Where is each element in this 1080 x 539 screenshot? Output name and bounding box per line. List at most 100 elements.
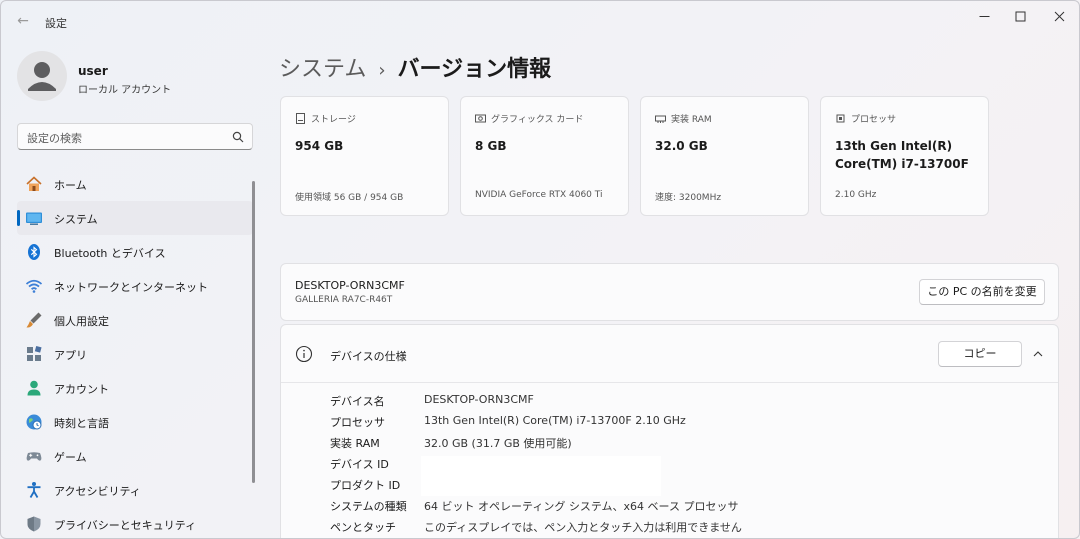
spec-key: デバイス ID — [330, 458, 389, 471]
maximize-icon — [1015, 11, 1025, 21]
sidebar-item-system[interactable]: システム — [17, 201, 253, 235]
spec-row: 実装 RAM 32.0 GB (31.7 GB 使用可能) — [330, 433, 1030, 454]
storage-icon — [296, 113, 305, 124]
minimize-button[interactable] — [967, 7, 1001, 25]
search-box[interactable]: 設定の検索 — [17, 123, 253, 150]
system-icon — [26, 212, 42, 225]
spec-key: 実装 RAM — [330, 437, 380, 450]
spec-value: 13th Gen Intel(R) Core(TM) i7-13700F 2.1… — [424, 414, 686, 427]
processor-card[interactable]: プロセッサ 13th Gen Intel(R) Core(TM) i7-1370… — [820, 96, 989, 216]
breadcrumb-separator: › — [378, 60, 386, 81]
search-icon — [232, 131, 244, 143]
title-bar: ← 設定 — [1, 1, 1079, 41]
bluetooth-icon — [28, 244, 40, 260]
card-header: プロセッサ — [835, 112, 896, 125]
close-button[interactable] — [1042, 7, 1076, 25]
user-profile[interactable]: user ローカル アカウント — [17, 51, 257, 103]
sidebar-item-apps[interactable]: アプリ — [17, 337, 253, 371]
sidebar-item-gaming[interactable]: ゲーム — [17, 439, 253, 473]
sidebar-item-label: アクセシビリティ — [54, 485, 141, 498]
search-input[interactable]: 設定の検索 — [27, 130, 82, 146]
sidebar-item-accounts[interactable]: アカウント — [17, 371, 253, 405]
sidebar-item-network[interactable]: ネットワークとインターネット — [17, 269, 253, 303]
copy-button[interactable]: コピー — [938, 341, 1022, 367]
info-icon — [295, 345, 313, 363]
breadcrumb: システム › バージョン情報 — [279, 51, 551, 82]
card-subtext: 2.10 GHz — [835, 190, 877, 200]
sidebar-item-label: ホーム — [54, 179, 87, 192]
processor-icon — [836, 114, 845, 123]
spec-row: システムの種類 64 ビット オペレーティング システム、x64 ベース プロセ… — [330, 496, 1030, 517]
breadcrumb-parent[interactable]: システム — [279, 57, 366, 82]
card-header: 実装 RAM — [655, 112, 712, 125]
card-value: 954 GB — [295, 139, 344, 153]
sidebar-item-label: Bluetooth とデバイス — [54, 247, 166, 260]
spec-key: ペンとタッチ — [330, 521, 396, 534]
pc-model: GALLERIA RA7C-R46T — [295, 295, 393, 305]
nav-list: ホーム システム Bluetooth とデバイス ネットワークとインターネット … — [17, 167, 253, 538]
card-value: 13th Gen Intel(R) Core(TM) i7-13700F — [835, 139, 969, 171]
sidebar-item-label: ネットワークとインターネット — [54, 281, 208, 294]
spec-row: プロセッサ 13th Gen Intel(R) Core(TM) i7-1370… — [330, 412, 1030, 433]
accounts-icon — [27, 380, 41, 396]
spec-key: デバイス名 — [330, 395, 385, 408]
sidebar-item-time-language[interactable]: 時刻と言語 — [17, 405, 253, 439]
sidebar-item-privacy[interactable]: プライバシーとセキュリティ — [17, 507, 253, 538]
spec-row: デバイス名 DESKTOP-ORN3CMF — [330, 391, 1030, 412]
spec-row: ペンとタッチ このディスプレイでは、ペン入力とタッチ入力は利用できません — [330, 517, 1030, 538]
back-arrow-icon[interactable]: ← — [12, 11, 34, 31]
sidebar-item-personalization[interactable]: 個人用設定 — [17, 303, 253, 337]
sidebar: user ローカル アカウント 設定の検索 ホーム システム Bluetooth… — [1, 41, 263, 538]
avatar — [17, 51, 67, 101]
account-type: ローカル アカウント — [78, 85, 172, 96]
card-value: 32.0 GB — [655, 139, 708, 153]
card-header: グラフィックス カード — [475, 112, 583, 125]
chevron-up-icon[interactable] — [1032, 348, 1044, 360]
time-language-icon — [26, 414, 42, 430]
spec-key: プロセッサ — [330, 416, 385, 429]
network-icon — [25, 279, 43, 293]
user-avatar-icon — [28, 62, 56, 91]
accessibility-icon — [27, 482, 41, 498]
spec-key: システムの種類 — [330, 500, 407, 513]
sidebar-item-home[interactable]: ホーム — [17, 167, 253, 201]
personalization-icon — [26, 312, 42, 328]
close-icon — [1054, 11, 1064, 21]
home-icon — [26, 176, 42, 191]
app-title: 設定 — [45, 17, 67, 30]
spec-value: DESKTOP-ORN3CMF — [424, 393, 534, 406]
card-subtext: 速度: 3200MHz — [655, 193, 722, 203]
sidebar-item-label: システム — [54, 213, 98, 226]
sidebar-item-label: 時刻と言語 — [54, 417, 109, 430]
sidebar-item-label: ゲーム — [54, 451, 87, 464]
user-name: user — [78, 64, 108, 78]
storage-card[interactable]: ストレージ 954 GB 使用領域 56 GB / 954 GB — [280, 96, 449, 216]
active-indicator — [17, 210, 20, 226]
device-specs-panel: デバイスの仕様 コピー デバイス名 DESKTOP-ORN3CMF プロセッサ … — [280, 324, 1059, 538]
card-header: ストレージ — [295, 112, 356, 125]
sidebar-scrollbar[interactable] — [252, 181, 255, 483]
device-specs-header[interactable]: デバイスの仕様 コピー — [281, 325, 1058, 383]
card-label: 実装 RAM — [671, 115, 712, 125]
card-subtext: NVIDIA GeForce RTX 4060 Ti — [475, 190, 603, 200]
sidebar-item-accessibility[interactable]: アクセシビリティ — [17, 473, 253, 507]
privacy-icon — [27, 516, 41, 532]
card-label: プロセッサ — [851, 115, 897, 125]
pc-name-panel: DESKTOP-ORN3CMF GALLERIA RA7C-R46T この PC… — [280, 263, 1059, 321]
sidebar-item-bluetooth[interactable]: Bluetooth とデバイス — [17, 235, 253, 269]
pc-name: DESKTOP-ORN3CMF — [295, 279, 405, 292]
spec-value: 32.0 GB (31.7 GB 使用可能) — [424, 437, 572, 450]
redacted-area — [421, 456, 661, 496]
spec-value: このディスプレイでは、ペン入力とタッチ入力は利用できません — [424, 521, 742, 534]
minimize-icon — [979, 15, 989, 17]
settings-window: ← 設定 user ローカル アカウント 設定の検索 ホーム システム Blue… — [0, 0, 1080, 539]
spec-key: プロダクト ID — [330, 479, 401, 492]
gpu-icon — [475, 114, 486, 123]
ram-card[interactable]: 実装 RAM 32.0 GB 速度: 3200MHz — [640, 96, 809, 216]
card-value: 8 GB — [475, 139, 507, 153]
maximize-button[interactable] — [1003, 7, 1037, 25]
sidebar-item-label: アカウント — [54, 383, 109, 396]
rename-pc-button[interactable]: この PC の名前を変更 — [919, 279, 1045, 305]
gpu-card[interactable]: グラフィックス カード 8 GB NVIDIA GeForce RTX 4060… — [460, 96, 629, 216]
card-subtext: 使用領域 56 GB / 954 GB — [295, 193, 404, 203]
